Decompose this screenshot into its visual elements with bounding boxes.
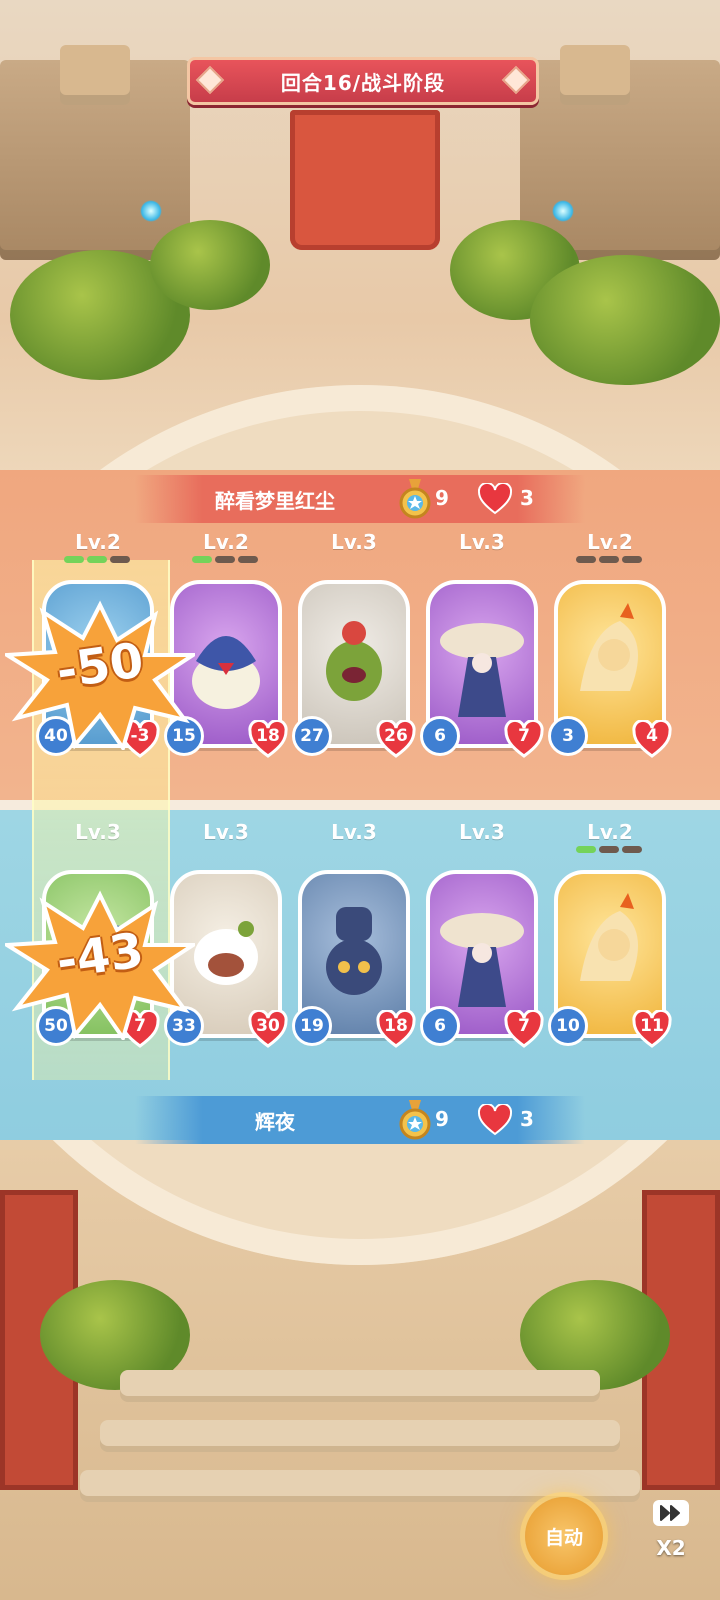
green-plant-creature-icon	[326, 620, 382, 701]
fire-dragon-creature-icon	[580, 892, 638, 981]
star-progress	[576, 846, 642, 853]
mushroom-lady-creature-icon	[440, 912, 524, 1007]
player-unit-card[interactable]: Lv.2 10 11	[548, 820, 672, 1048]
player-unit-card[interactable]: Lv.3 19 18	[292, 820, 416, 1048]
unit-level: Lv.3	[203, 820, 249, 844]
heart-icon	[478, 1104, 512, 1136]
unit-hp-value: 11	[640, 1016, 664, 1036]
unit-level: Lv.3	[331, 820, 377, 844]
star-progress	[64, 556, 130, 563]
damage-burst: -50	[0, 600, 200, 753]
arena-banner	[290, 110, 440, 250]
star-pip	[110, 556, 130, 563]
unit-hp: 18	[248, 718, 288, 758]
diamond-ornament-icon	[195, 65, 225, 95]
star-pip	[87, 556, 107, 563]
unit-level: Lv.2	[587, 820, 633, 844]
arena-stairs	[80, 1470, 640, 1496]
fire-dragon-creature-icon	[580, 602, 638, 691]
mushroom-lady-creature-icon	[440, 622, 524, 717]
unit-attack: 3	[548, 716, 588, 756]
unit-level: Lv.3	[331, 530, 377, 554]
opponent-unit-card[interactable]: Lv.2 3 4	[548, 530, 672, 758]
stone-pillar	[60, 45, 130, 105]
medal-icon	[399, 1100, 431, 1140]
opponent-lives-count: 3	[520, 486, 534, 510]
arena-stairs	[100, 1420, 620, 1446]
diamond-ornament-icon	[501, 65, 531, 95]
star-pip	[64, 556, 84, 563]
unit-hp-value: 18	[256, 726, 280, 746]
unit-hp: 30	[248, 1008, 288, 1048]
stone-pillar	[560, 45, 630, 105]
unit-attack: 27	[292, 716, 332, 756]
star-pip	[599, 556, 619, 563]
player-info-bar: 辉夜 9 3	[135, 1096, 585, 1144]
unit-attack: 6	[420, 1006, 460, 1046]
star-pip	[215, 556, 235, 563]
unit-hp-value: 7	[518, 1016, 530, 1036]
star-pip	[622, 846, 642, 853]
unit-hp: 4	[632, 718, 672, 758]
unit-attack: 6	[420, 716, 460, 756]
player-name: 辉夜	[255, 1109, 295, 1134]
star-pip	[192, 556, 212, 563]
unit-hp: 7	[504, 1008, 544, 1048]
unit-level: Lv.3	[75, 820, 121, 844]
star-pip	[576, 556, 596, 563]
speed-x2-button[interactable]: X2	[640, 1500, 702, 1570]
bush	[530, 255, 720, 385]
star-progress	[576, 556, 642, 563]
round-phase-banner: 回合16/战斗阶段	[187, 57, 539, 105]
glowing-crystal-icon	[140, 200, 162, 222]
unit-level: Lv.2	[587, 530, 633, 554]
fast-forward-icon	[653, 1500, 689, 1526]
damage-burst: -43	[0, 890, 200, 1043]
opponent-unit-card[interactable]: Lv.3 6 7	[420, 530, 544, 758]
opponent-name: 醉看梦里红尘	[215, 488, 335, 513]
unit-hp: 18	[376, 1008, 416, 1048]
opponent-info-bar: 醉看梦里红尘 9 3	[135, 475, 585, 523]
star-pip	[576, 846, 596, 853]
unit-attack: 19	[292, 1006, 332, 1046]
medal-icon	[399, 479, 431, 519]
opponent-medal-count: 9	[435, 486, 449, 510]
unit-hp-value: 18	[384, 1016, 408, 1036]
player-medal-count: 9	[435, 1107, 449, 1131]
star-pip	[622, 556, 642, 563]
unit-level: Lv.2	[75, 530, 121, 554]
unit-hp: 11	[632, 1008, 672, 1048]
glowing-crystal-icon	[552, 200, 574, 222]
auto-battle-button[interactable]: 自动	[525, 1497, 603, 1575]
speed-label: X2	[656, 1536, 686, 1560]
fist-creature-icon	[326, 906, 382, 995]
opponent-unit-card[interactable]: Lv.3 27 26	[292, 530, 416, 758]
star-progress	[192, 556, 258, 563]
unit-level: Lv.3	[459, 820, 505, 844]
unit-hp: 26	[376, 718, 416, 758]
unit-level: Lv.3	[459, 530, 505, 554]
player-unit-card[interactable]: Lv.3 6 7	[420, 820, 544, 1048]
unit-hp-value: 4	[646, 726, 658, 746]
unit-hp-value: 7	[518, 726, 530, 746]
round-phase-label: 回合16/战斗阶段	[280, 70, 446, 95]
unit-hp-value: 26	[384, 726, 408, 746]
star-pip	[238, 556, 258, 563]
heart-icon	[478, 483, 512, 515]
unit-level: Lv.2	[203, 530, 249, 554]
unit-hp: 7	[504, 718, 544, 758]
player-lives-count: 3	[520, 1107, 534, 1131]
star-pip	[599, 846, 619, 853]
arena-stairs	[120, 1370, 600, 1396]
unit-hp-value: 30	[256, 1016, 280, 1036]
bush	[150, 220, 270, 310]
auto-button-label: 自动	[544, 1526, 583, 1549]
unit-attack: 10	[548, 1006, 588, 1046]
